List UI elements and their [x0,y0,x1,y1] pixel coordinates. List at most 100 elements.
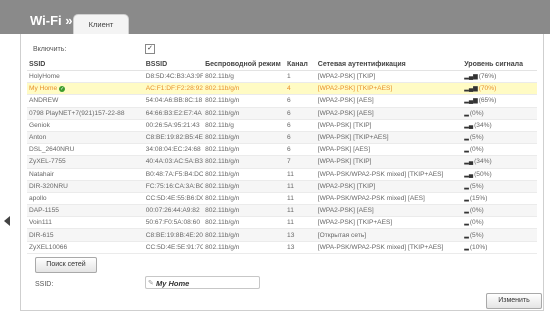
table-row[interactable]: DSL_2640NRU 34:08:04:EC:24:68 802.11b/g/n 6… [27,143,537,157]
cell-auth: [WPA-PSK/WPA2-PSK mixed] [TKIP+AES] [315,241,463,254]
cell-channel: 13 [285,241,316,254]
cell-auth: [WPA2-PSK] [TKIP] [315,180,463,193]
cell-mode: 802.11b/g/n [203,168,286,181]
scan-networks-button[interactable]: Поиск сетей [35,257,97,273]
cell-channel: 11 [285,204,316,218]
cell-ssid: DAP-1155 [27,204,144,218]
signal-bars-icon: ▂ [464,183,469,190]
cell-ssid: HolyHome [27,70,144,84]
cell-channel: 13 [285,228,316,242]
cell-ssid: DIR-320NRU [27,180,144,193]
cell-ssid: apollo [27,192,144,206]
table-row[interactable]: Anton C8:BE:19:82:B5:4E 802.11b/g/n 6 [WPA-P… [27,131,537,145]
cell-bssid: B0:48:7A:F5:B4:DC [143,168,204,181]
network-table: SSID BSSID Беспроводной режим Канал Сете… [27,58,537,254]
cell-channel: 11 [285,168,316,181]
cell-ssid: DSL_2640NRU [27,143,144,157]
table-row[interactable]: DIR-320NRU FC:75:16:CA:3A:BC 802.11b/g/n 11… [27,180,537,193]
table-row[interactable]: My Home ✓ AC:F1:DF:F2:28:92 802.11b/g/n 4 [WP… [27,82,537,96]
cell-bssid: 34:08:04:EC:24:68 [143,143,204,157]
ssid-input[interactable]: ✎ My Home [145,276,260,289]
cell-signal: ▂(0%) [462,107,537,120]
cell-signal: ▂▄▆(65%) [462,94,537,108]
col-bssid: BSSID [143,58,204,71]
cell-mode: 802.11b/g [203,119,286,132]
cell-mode: 802.11b/g/n [203,216,286,230]
table-row[interactable]: HolyHome D8:5D:4C:B3:A3:9F 802.11b/g 1 [WPA2… [27,70,537,84]
cell-ssid: Geniok [27,119,144,132]
signal-bars-icon: ▂ [464,220,469,227]
table-row[interactable]: DIR-615 C8:BE:19:8B:4E:20 802.11b/g/n 13 [От… [27,228,537,242]
table-row[interactable]: Geniok 00:26:5A:95:21:43 802.11b/g 6 [WPA-PS… [27,119,537,132]
pencil-icon: ✎ [148,280,154,287]
cell-auth: [WPA2-PSK] [AES] [315,204,463,218]
cell-channel: 1 [285,70,316,84]
cell-mode: 802.11b/g/n [203,204,286,218]
col-ssid: SSID [27,58,144,71]
table-row[interactable]: ZyXEL-7755 40:4A:03:AC:5A:B3 802.11b/g/n 7[… [27,155,537,169]
signal-bars-icon: ▂▄ [464,122,474,129]
cell-ssid: Voin111 [27,216,144,230]
cell-channel: 6 [285,143,316,157]
cell-mode: 802.11b/g/n [203,155,286,169]
table-header-row: SSID BSSID Беспроводной режим Канал Сете… [27,58,537,71]
table-row[interactable]: ZyXEL10066 CC:5D:4E:5E:91:7C 802.11b/g/n 13… [27,241,537,254]
cell-bssid: FC:75:16:CA:3A:BC [143,180,204,193]
cell-bssid: CC:5D:4E:5E:91:7C [143,241,204,254]
table-row[interactable]: Voin111 50:67:F0:5A:08:60 802.11b/g/n 11 [WP… [27,216,537,230]
signal-bars-icon: ▂▄▆ [464,98,478,105]
enable-label: Включить: [33,46,67,53]
cell-bssid: 00:26:5A:95:21:43 [143,119,204,132]
col-signal: Уровень сигнала [462,58,537,71]
left-arrow-icon[interactable] [4,216,10,226]
ssid-value: My Home [156,279,190,288]
cell-bssid: 00:07:26:44:A9:82 [143,204,204,218]
cell-channel: 7 [285,155,316,169]
enable-checkbox[interactable]: ✓ [145,44,155,54]
cell-auth: [WPA2-PSK] [AES] [315,107,463,120]
cell-auth: [WPA-PSK] [TKIP] [315,155,463,169]
cell-auth: [WPA2-PSK] [TKIP+AES] [315,82,463,96]
cell-signal: ▂(5%) [462,228,537,242]
cell-signal: ▂▄(34%) [462,155,537,169]
signal-bars-icon: ▂ [464,195,469,202]
signal-bars-icon: ▂ [464,135,469,142]
cell-bssid: AC:F1:DF:F2:28:92 [143,82,204,96]
cell-mode: 802.11b/g [203,70,286,84]
cell-auth: [Открытая сеть] [315,228,463,242]
cell-channel: 6 [285,94,316,108]
wifi-title[interactable]: Wi-Fi » [30,13,73,28]
cell-ssid: DIR-615 [27,228,144,242]
cell-channel: 11 [285,216,316,230]
table-row[interactable]: ANDREW 54:04:A6:BB:8C:18 802.11b/g/n 6 [WPA2… [27,94,537,108]
cell-signal: ▂▄(50%) [462,168,537,181]
signal-bars-icon: ▂▄ [464,171,474,178]
cell-signal: ▂▄▆(76%) [462,70,537,84]
table-row[interactable]: apollo CC:5D:4E:55:B6:D0 802.11b/g/n 11 [WPA… [27,192,537,206]
cell-signal: ▂(5%) [462,180,537,193]
cell-bssid: 50:67:F0:5A:08:60 [143,216,204,230]
cell-auth: [WPA2-PSK] [TKIP] [315,70,463,84]
connected-check-icon: ✓ [59,85,66,92]
cell-mode: 802.11b/g/n [203,107,286,120]
col-mode: Беспроводной режим [203,58,286,71]
signal-bars-icon: ▂ [464,147,469,154]
cell-auth: [WPA-PSK] [TKIP] [315,119,463,132]
cell-auth: [WPA-PSK/WPA2-PSK mixed] [TKIP+AES] [315,168,463,181]
table-row[interactable]: 0798 PlayNET+7(921)157-22-88 64:66:B3:E2:… [27,107,537,120]
change-button[interactable]: Изменить [486,293,542,309]
cell-signal: ▂▄▆(70%) [462,82,537,96]
cell-ssid: My Home ✓ [27,82,144,96]
cell-auth: [WPA2-PSK] [AES] [315,94,463,108]
cell-signal: ▂(0%) [462,216,537,230]
cell-auth: [WPA-PSK] [TKIP+AES] [315,131,463,145]
table-row[interactable]: DAP-1155 00:07:26:44:A9:82 802.11b/g/n 11 [W… [27,204,537,218]
tab-client[interactable]: Клиент [73,14,129,34]
cell-mode: 802.11b/g/n [203,228,286,242]
cell-signal: ▂▄(34%) [462,119,537,132]
table-row[interactable]: Natahair B0:48:7A:F5:B4:DC 802.11b/g/n 11 [W… [27,168,537,181]
cell-bssid: 40:4A:03:AC:5A:B3 [143,155,204,169]
cell-ssid: Natahair [27,168,144,181]
cell-ssid: Anton [27,131,144,145]
signal-bars-icon: ▂▄▆ [464,86,478,93]
